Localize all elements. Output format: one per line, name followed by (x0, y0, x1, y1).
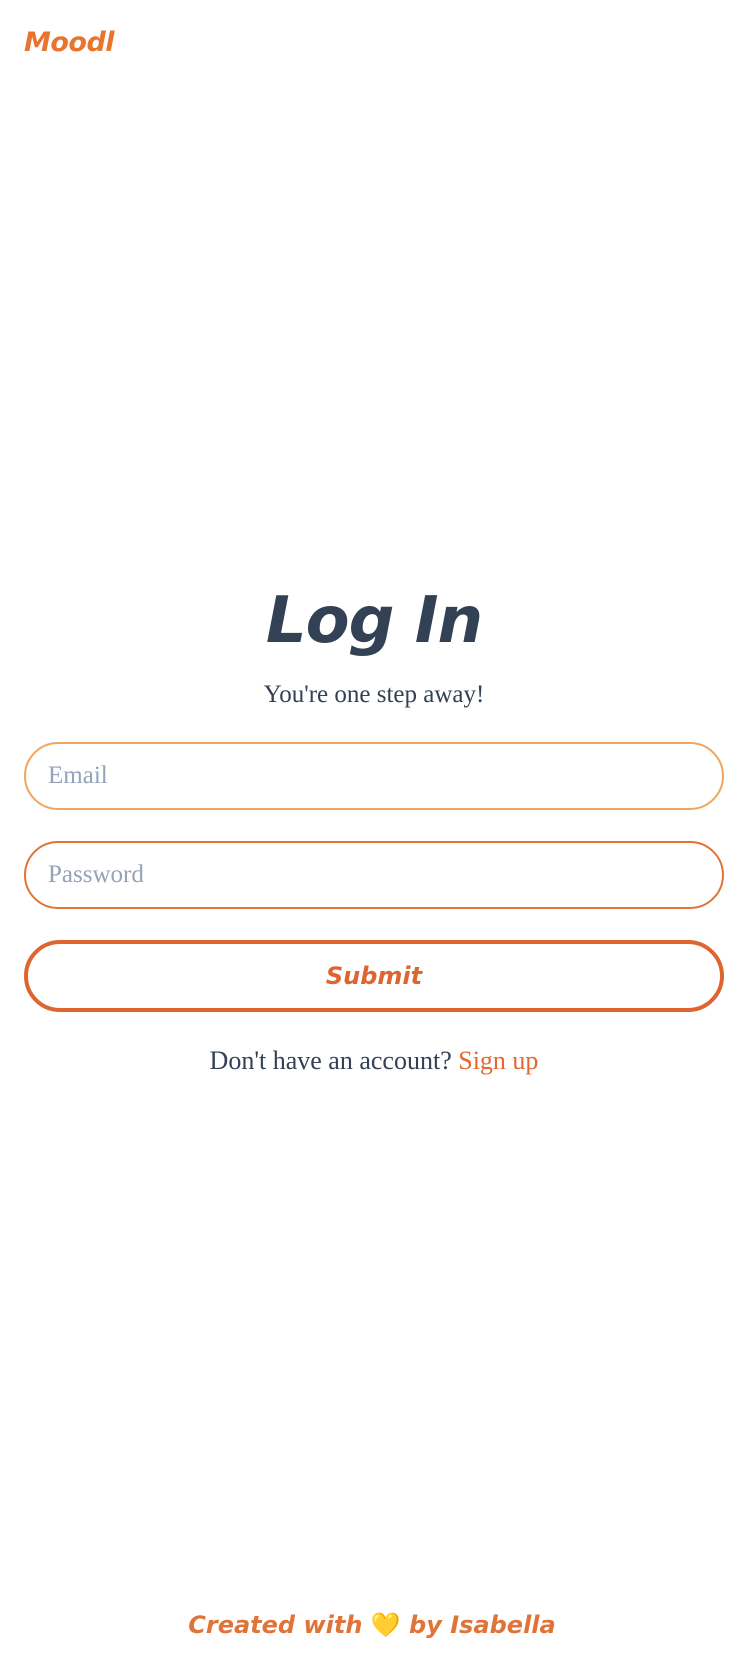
submit-button[interactable]: Submit (24, 940, 724, 1012)
page-title: Log In (265, 584, 483, 658)
signup-prompt: Don't have an account? Sign up (24, 1044, 724, 1078)
email-input[interactable] (24, 742, 724, 810)
brand-logo-link[interactable]: Moodl (24, 26, 115, 60)
footer-credit: Created with 💛 by Isabella (0, 1610, 744, 1640)
signup-link[interactable]: Sign up (458, 1046, 538, 1075)
password-input[interactable] (24, 841, 724, 909)
heart-icon: 💛 (370, 1611, 401, 1639)
login-form: Log In You're one step away! Submit Don'… (24, 576, 724, 1078)
signup-prompt-text: Don't have an account? (209, 1046, 459, 1075)
page-subtitle: You're one step away! (263, 681, 485, 708)
footer-suffix: by Isabella (400, 1611, 556, 1639)
footer-prefix: Created with (188, 1611, 371, 1639)
